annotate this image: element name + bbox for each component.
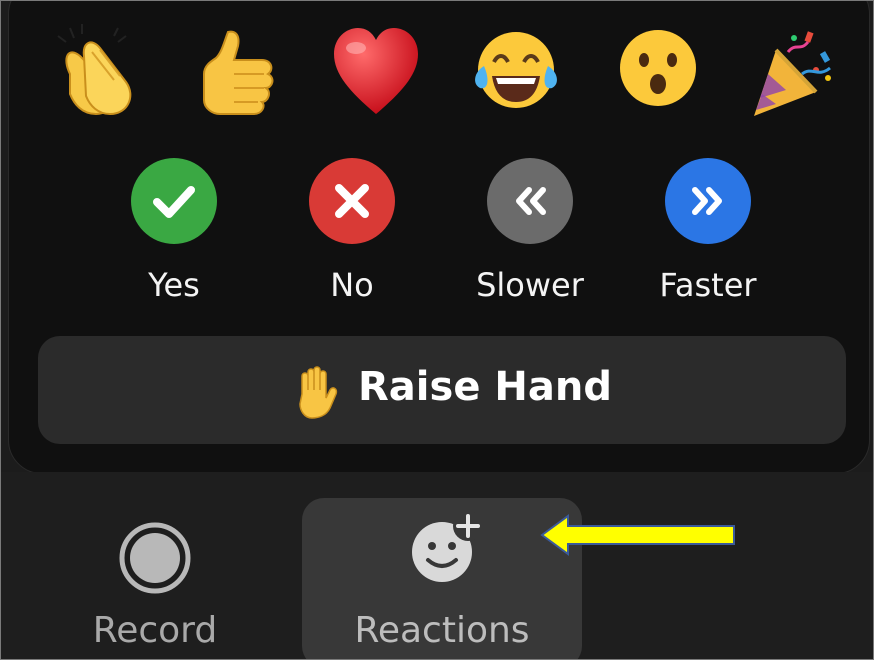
thumbs-up-emoji-button[interactable]	[190, 22, 282, 122]
thumbs-up-icon	[203, 30, 274, 115]
slower-feedback-button[interactable]: Slower	[444, 158, 614, 308]
zoom-reactions-screenshot: Yes No Slower Faster Raise Hand Record R…	[0, 0, 874, 660]
checkmark-icon	[153, 186, 195, 218]
party-popper-icon	[754, 31, 831, 116]
party-popper-emoji-button[interactable]	[746, 22, 838, 122]
slower-label: Slower	[476, 266, 584, 304]
emoji-reaction-row	[0, 22, 874, 142]
yes-circle	[131, 158, 217, 244]
no-label: No	[330, 266, 374, 304]
x-icon	[335, 184, 369, 218]
yes-feedback-button[interactable]: Yes	[88, 158, 258, 308]
slower-circle	[487, 158, 573, 244]
yellow-arrow-icon	[540, 514, 735, 556]
surprised-face-icon	[620, 30, 696, 106]
surprised-emoji-button[interactable]	[612, 22, 704, 122]
raised-hand-icon	[299, 366, 338, 419]
add-reaction-icon	[412, 511, 483, 582]
yes-label: Yes	[148, 266, 200, 304]
faster-feedback-button[interactable]: Faster	[622, 158, 792, 308]
faster-circle	[665, 158, 751, 244]
record-button[interactable]: Record	[70, 496, 240, 656]
heart-emoji-button[interactable]	[330, 22, 422, 122]
clapping-hands-icon	[57, 24, 132, 116]
tears-of-joy-emoji-button[interactable]	[470, 22, 562, 122]
no-circle	[309, 158, 395, 244]
red-heart-icon	[334, 28, 418, 114]
raise-hand-label: Raise Hand	[358, 364, 612, 410]
nonverbal-feedback-row: Yes No Slower Faster	[0, 158, 874, 318]
record-icon	[119, 522, 191, 594]
clapping-hands-emoji-button[interactable]	[48, 22, 140, 122]
double-chevron-left-icon	[516, 187, 546, 215]
faster-label: Faster	[659, 266, 757, 304]
reactions-label: Reactions	[354, 610, 530, 651]
record-label: Record	[92, 610, 218, 651]
double-chevron-right-icon	[692, 187, 722, 215]
no-feedback-button[interactable]: No	[266, 158, 436, 308]
raise-hand-button[interactable]: Raise Hand	[38, 336, 846, 444]
tears-of-joy-icon	[475, 32, 557, 108]
meeting-toolbar: Record Reactions	[0, 472, 874, 660]
